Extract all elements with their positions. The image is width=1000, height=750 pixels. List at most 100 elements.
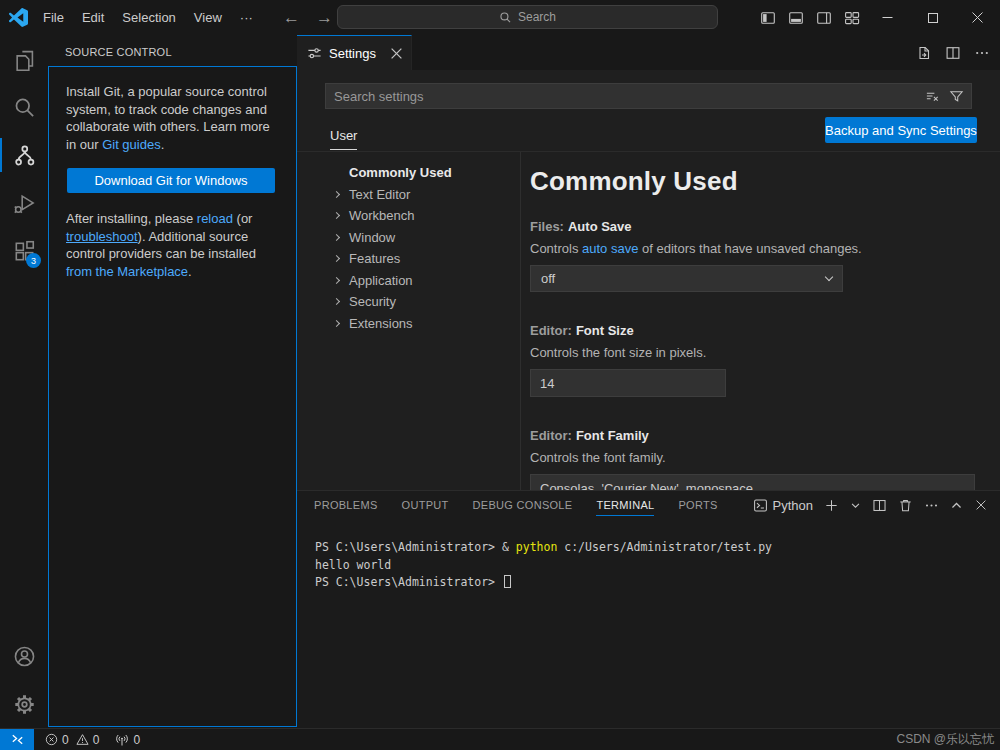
- toc-text-editor[interactable]: Text Editor: [325, 184, 515, 206]
- more-actions-icon[interactable]: [974, 45, 990, 61]
- toggle-panel-icon[interactable]: [788, 10, 804, 26]
- remote-icon: [10, 732, 25, 747]
- menu-more[interactable]: ···: [231, 0, 262, 35]
- terminal-shell-label[interactable]: Python: [773, 498, 813, 513]
- font-family-input[interactable]: [530, 474, 975, 490]
- settings-toc: Commonly Used Text Editor Workbench Wind…: [325, 162, 515, 334]
- clear-settings-search-icon[interactable]: [925, 89, 940, 104]
- activity-extensions[interactable]: 3: [0, 227, 48, 275]
- settings-body: Commonly Used Text Editor Workbench Wind…: [297, 152, 1000, 490]
- run-debug-icon: [13, 192, 36, 215]
- error-icon: [45, 733, 58, 746]
- terminal-shell-icon: [753, 498, 768, 513]
- reload-link[interactable]: reload: [197, 211, 233, 226]
- toc-application[interactable]: Application: [325, 270, 515, 292]
- settings-scope-row: User Backup and Sync Settings: [297, 109, 1000, 152]
- toc-features[interactable]: Features: [325, 248, 515, 270]
- history-nav: ← →: [283, 0, 333, 35]
- settings-section-heading: Commonly Used: [530, 166, 975, 196]
- terminal-line: hello world: [315, 557, 772, 575]
- settings-search-box: [325, 83, 972, 109]
- activity-search[interactable]: [0, 83, 48, 131]
- auto-save-link[interactable]: auto save: [582, 241, 638, 256]
- menu-file[interactable]: File: [34, 0, 73, 35]
- tab-problems[interactable]: PROBLEMS: [314, 499, 378, 511]
- toggle-sidebar-icon[interactable]: [760, 10, 776, 26]
- source-control-icon: [13, 144, 36, 167]
- maximize-button[interactable]: [910, 0, 955, 35]
- activity-bar: 3: [0, 35, 48, 728]
- toc-security[interactable]: Security: [325, 291, 515, 313]
- tab-debug-console[interactable]: DEBUG CONSOLE: [473, 499, 573, 511]
- title-bar: File Edit Selection View ··· ← → Search: [0, 0, 1000, 35]
- close-window-button[interactable]: [955, 0, 1000, 35]
- activity-settings[interactable]: [0, 680, 48, 728]
- warning-icon: [76, 733, 89, 746]
- tab-output[interactable]: OUTPUT: [402, 499, 449, 511]
- ports-status[interactable]: 0: [115, 733, 143, 747]
- account-icon: [13, 645, 36, 668]
- settings-list: Commonly Used Files:Auto Save Controls a…: [530, 152, 975, 490]
- toggle-secondary-sidebar-icon[interactable]: [816, 10, 832, 26]
- activity-accounts[interactable]: [0, 632, 48, 680]
- open-settings-json-icon[interactable]: [916, 45, 932, 61]
- launch-profile-chevron-icon[interactable]: [850, 500, 861, 511]
- problems-status[interactable]: 0 0: [45, 733, 102, 747]
- search-icon: [499, 11, 512, 24]
- watermark: CSDN @乐以忘忧: [896, 731, 994, 748]
- kill-terminal-icon[interactable]: [898, 498, 913, 513]
- tab-user-settings[interactable]: User: [330, 128, 357, 143]
- activity-source-control[interactable]: [0, 131, 48, 179]
- panel-more-actions-icon[interactable]: [924, 498, 939, 513]
- extensions-badge: 3: [26, 253, 41, 268]
- download-git-button[interactable]: Download Git for Windows: [67, 168, 275, 193]
- toc-workbench[interactable]: Workbench: [325, 205, 515, 227]
- forward-button[interactable]: →: [316, 8, 333, 28]
- menu-edit[interactable]: Edit: [73, 0, 113, 35]
- terminal-line: PS C:\Users\Administrator>: [315, 574, 772, 592]
- back-button[interactable]: ←: [283, 8, 300, 28]
- settings-search-input[interactable]: [326, 89, 925, 104]
- toc-extensions[interactable]: Extensions: [325, 313, 515, 335]
- minimize-button[interactable]: [865, 0, 910, 35]
- git-guides-link[interactable]: Git guides: [102, 137, 161, 152]
- new-terminal-icon[interactable]: [824, 498, 839, 513]
- activity-explorer[interactable]: [0, 35, 48, 83]
- auto-save-select[interactable]: off: [530, 265, 843, 292]
- search-icon: [13, 96, 36, 119]
- terminal-cursor: [504, 575, 511, 588]
- toc-window[interactable]: Window: [325, 227, 515, 249]
- close-panel-icon[interactable]: [974, 498, 988, 512]
- vscode-logo: [9, 8, 28, 27]
- scm-welcome-text-2: After installing, please reload (or trou…: [66, 210, 274, 280]
- radio-tower-icon: [115, 733, 129, 747]
- terminal-output[interactable]: PS C:\Users\Administrator> & python c:/U…: [315, 539, 772, 592]
- split-editor-icon[interactable]: [945, 45, 961, 61]
- toc-commonly-used[interactable]: Commonly Used: [325, 162, 515, 184]
- font-size-input[interactable]: [530, 369, 726, 397]
- customize-layout-icon[interactable]: [844, 10, 860, 26]
- troubleshoot-link[interactable]: troubleshoot: [66, 229, 138, 244]
- tab-settings[interactable]: Settings: [297, 35, 412, 70]
- menu-selection[interactable]: Selection: [113, 0, 184, 35]
- remote-indicator[interactable]: [0, 729, 34, 750]
- tab-ports[interactable]: PORTS: [678, 499, 717, 511]
- scm-welcome-text-1: Install Git, a popular source control sy…: [66, 83, 274, 153]
- toc-sash[interactable]: [520, 152, 521, 490]
- command-center-search[interactable]: Search: [337, 5, 718, 29]
- chevron-down-icon: [825, 273, 833, 281]
- activity-run-debug[interactable]: [0, 179, 48, 227]
- backup-sync-button[interactable]: Backup and Sync Settings: [825, 117, 977, 143]
- marketplace-link[interactable]: from the Marketplace: [66, 264, 188, 279]
- settings-editor: User Backup and Sync Settings Commonly U…: [297, 70, 1000, 490]
- menu-view[interactable]: View: [185, 0, 231, 35]
- settings-sliders-icon: [307, 46, 322, 61]
- gear-icon: [13, 693, 36, 716]
- tab-terminal[interactable]: TERMINAL: [596, 499, 654, 511]
- split-terminal-icon[interactable]: [872, 498, 887, 513]
- status-bar: 0 0 0 CSDN @乐以忘忧: [0, 728, 1000, 750]
- filter-icon[interactable]: [949, 89, 964, 104]
- setting-editor-font-size: Editor:Font Size Controls the font size …: [530, 322, 975, 397]
- maximize-panel-icon[interactable]: [950, 499, 963, 512]
- close-tab-icon[interactable]: [390, 47, 403, 60]
